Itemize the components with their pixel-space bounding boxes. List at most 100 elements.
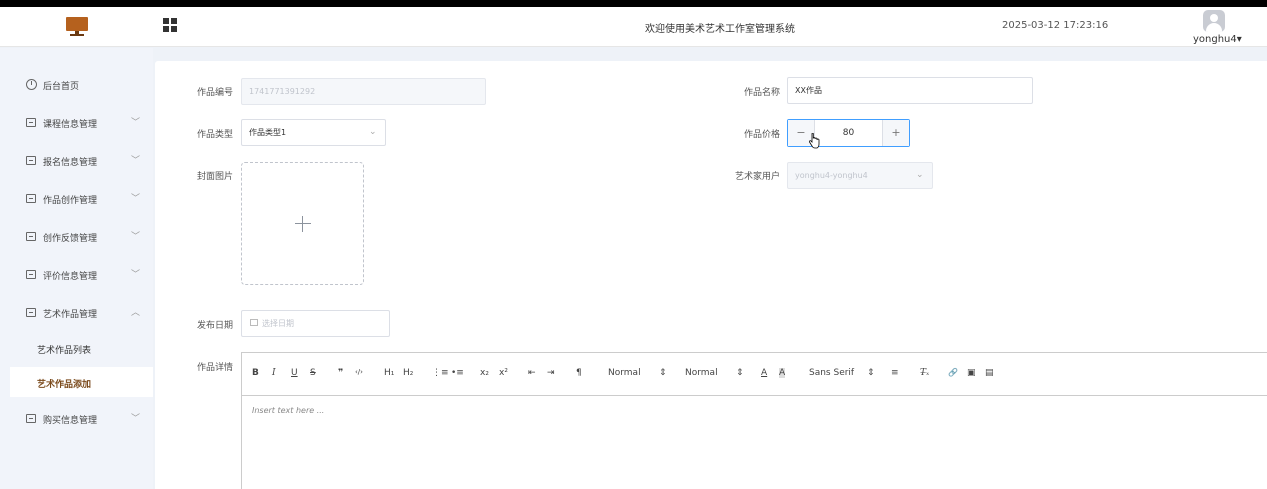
strike-button[interactable]: S — [310, 368, 316, 378]
increment-button[interactable]: + — [882, 120, 909, 146]
menu-toggle-grid-icon[interactable] — [163, 18, 177, 32]
publish-date-label: 发布日期 — [196, 321, 233, 331]
detail-label: 作品详情 — [196, 363, 233, 373]
sidebar-item-label: 艺术作品管理 — [43, 310, 98, 320]
cover-label: 封面图片 — [196, 172, 233, 182]
size-select[interactable]: Normal — [608, 368, 641, 378]
video-button[interactable]: ▤ — [985, 368, 994, 378]
sidebar-item-course[interactable]: 课程信息管理 ﹀ — [0, 107, 153, 137]
rich-text-editor: B I U S ❞ ‹/› H₁ H₂ ⋮≡ •≡ x₂ x² ⇤ ⇥ ¶ No… — [241, 352, 1267, 489]
bullet-list-button[interactable]: •≡ — [451, 368, 464, 378]
hand-cursor-icon — [809, 133, 820, 149]
chevron-down-icon: ﹀ — [131, 194, 141, 204]
work-type-select[interactable]: 作品类型1 ⌄ — [241, 119, 386, 146]
form-icon — [26, 308, 36, 317]
form-icon — [26, 156, 36, 165]
chevron-down-icon: ﹀ — [131, 232, 141, 242]
sidebar-item-home[interactable]: 后台首页 — [0, 69, 153, 99]
sidebar-item-purchase[interactable]: 购买信息管理 ﹀ — [0, 403, 153, 433]
work-type-label: 作品类型 — [196, 130, 233, 140]
avatar[interactable] — [1203, 10, 1225, 32]
clean-format-button[interactable]: T̶ₓ — [920, 368, 929, 378]
sidebar: 后台首页 课程信息管理 ﹀ 报名信息管理 ﹀ 作品创作管理 ﹀ 创作反馈管理 ﹀… — [0, 48, 153, 489]
artist-value: yonghu4-yonghu4 — [795, 171, 868, 180]
chevron-down-icon: ﹀ — [131, 270, 141, 280]
superscript-button[interactable]: x² — [499, 368, 508, 378]
editor-placeholder: Insert text here ... — [252, 406, 325, 415]
outdent-button[interactable]: ⇤ — [528, 368, 536, 378]
chevron-updown-icon: ⇕ — [867, 368, 875, 378]
chevron-down-icon: ﹀ — [131, 118, 141, 128]
cover-upload[interactable] — [241, 162, 364, 285]
artist-label: 艺术家用户 — [734, 172, 780, 182]
editor-content-area[interactable]: Insert text here ... — [242, 396, 1267, 489]
ordered-list-button[interactable]: ⋮≡ — [432, 368, 449, 378]
form-icon — [26, 194, 36, 203]
chevron-down-icon: ﹀ — [131, 156, 141, 166]
work-no-field[interactable]: 1741771391292 — [241, 78, 486, 105]
sidebar-item-label: 购买信息管理 — [43, 416, 98, 426]
link-button[interactable]: 🔗 — [948, 368, 958, 377]
background-color-button[interactable]: A — [779, 368, 786, 378]
work-name-field[interactable]: XX作品 — [787, 77, 1033, 104]
editor-toolbar: B I U S ❞ ‹/› H₁ H₂ ⋮≡ •≡ x₂ x² ⇤ ⇥ ¶ No… — [242, 353, 1267, 396]
sidebar-item-review[interactable]: 评价信息管理 ﹀ — [0, 259, 153, 289]
clock-icon — [26, 79, 37, 90]
italic-button[interactable]: I — [272, 368, 276, 378]
artist-select[interactable]: yonghu4-yonghu4 ⌄ — [787, 162, 933, 189]
align-button[interactable]: ≡ — [891, 368, 899, 378]
calendar-icon — [250, 319, 258, 326]
text-direction-button[interactable]: ¶ — [576, 368, 582, 378]
header: 欢迎使用美术艺术工作室管理系统 2025-03-12 17:23:16 yong… — [0, 7, 1267, 47]
work-no-label: 作品编号 — [196, 88, 233, 98]
header-datetime: 2025-03-12 17:23:16 — [1002, 20, 1109, 31]
chevron-down-icon: ⌄ — [916, 170, 924, 180]
plus-icon — [295, 223, 311, 224]
text-color-button[interactable]: A — [761, 368, 767, 378]
chevron-up-icon: ︿ — [131, 308, 141, 318]
indent-button[interactable]: ⇥ — [547, 368, 555, 378]
top-strip — [0, 0, 1267, 7]
header1-button[interactable]: H₁ — [384, 368, 394, 378]
sidebar-item-label: 创作反馈管理 — [43, 234, 98, 244]
sidebar-item-creation[interactable]: 作品创作管理 ﹀ — [0, 183, 153, 213]
user-menu[interactable]: yonghu4▾ — [1193, 34, 1242, 45]
header-select[interactable]: Normal — [685, 368, 718, 378]
form-icon — [26, 414, 36, 423]
sidebar-item-label: 报名信息管理 — [43, 158, 98, 168]
form-icon — [26, 270, 36, 279]
sidebar-item-label: 课程信息管理 — [43, 120, 98, 130]
size-select-value: Normal — [608, 368, 641, 378]
page-title: 欢迎使用美术艺术工作室管理系统 — [645, 24, 795, 35]
blockquote-button[interactable]: ❞ — [338, 368, 343, 378]
form-icon — [26, 118, 36, 127]
sidebar-item-enroll[interactable]: 报名信息管理 ﹀ — [0, 145, 153, 175]
work-price-stepper[interactable]: − 80 + — [787, 119, 910, 147]
sidebar-item-label: 评价信息管理 — [43, 272, 98, 282]
publish-date-picker[interactable]: 选择日期 — [241, 310, 390, 337]
header-select-value: Normal — [685, 368, 718, 378]
chevron-down-icon: ⌄ — [369, 127, 377, 137]
underline-button[interactable]: U — [291, 368, 298, 378]
code-block-button[interactable]: ‹/› — [355, 368, 363, 376]
work-price-label: 作品价格 — [743, 130, 780, 140]
form-icon — [26, 232, 36, 241]
sidebar-item-feedback[interactable]: 创作反馈管理 ﹀ — [0, 221, 153, 251]
chevron-updown-icon: ⇕ — [659, 368, 667, 378]
sidebar-subitem-label: 艺术作品列表 — [37, 346, 92, 356]
sidebar-item-artwork[interactable]: 艺术作品管理 ︿ — [0, 297, 153, 327]
sidebar-subitem-label: 艺术作品添加 — [37, 380, 92, 390]
work-type-value: 作品类型1 — [249, 128, 287, 137]
username-label: yonghu4 — [1193, 34, 1237, 45]
sidebar-subitem-artwork-add[interactable]: 艺术作品添加 — [10, 367, 153, 397]
main-form-panel: 作品编号 1741771391292 作品名称 XX作品 作品类型 作品类型1 … — [155, 61, 1267, 489]
subscript-button[interactable]: x₂ — [480, 368, 489, 378]
sidebar-subitem-artwork-list[interactable]: 艺术作品列表 — [10, 333, 153, 363]
work-price-value[interactable]: 80 — [815, 120, 882, 146]
font-select[interactable]: Sans Serif — [809, 368, 854, 378]
image-button[interactable]: ▣ — [967, 368, 976, 378]
header2-button[interactable]: H₂ — [403, 368, 413, 378]
sidebar-item-label: 后台首页 — [43, 82, 80, 92]
bold-button[interactable]: B — [252, 368, 259, 378]
chevron-updown-icon: ⇕ — [736, 368, 744, 378]
